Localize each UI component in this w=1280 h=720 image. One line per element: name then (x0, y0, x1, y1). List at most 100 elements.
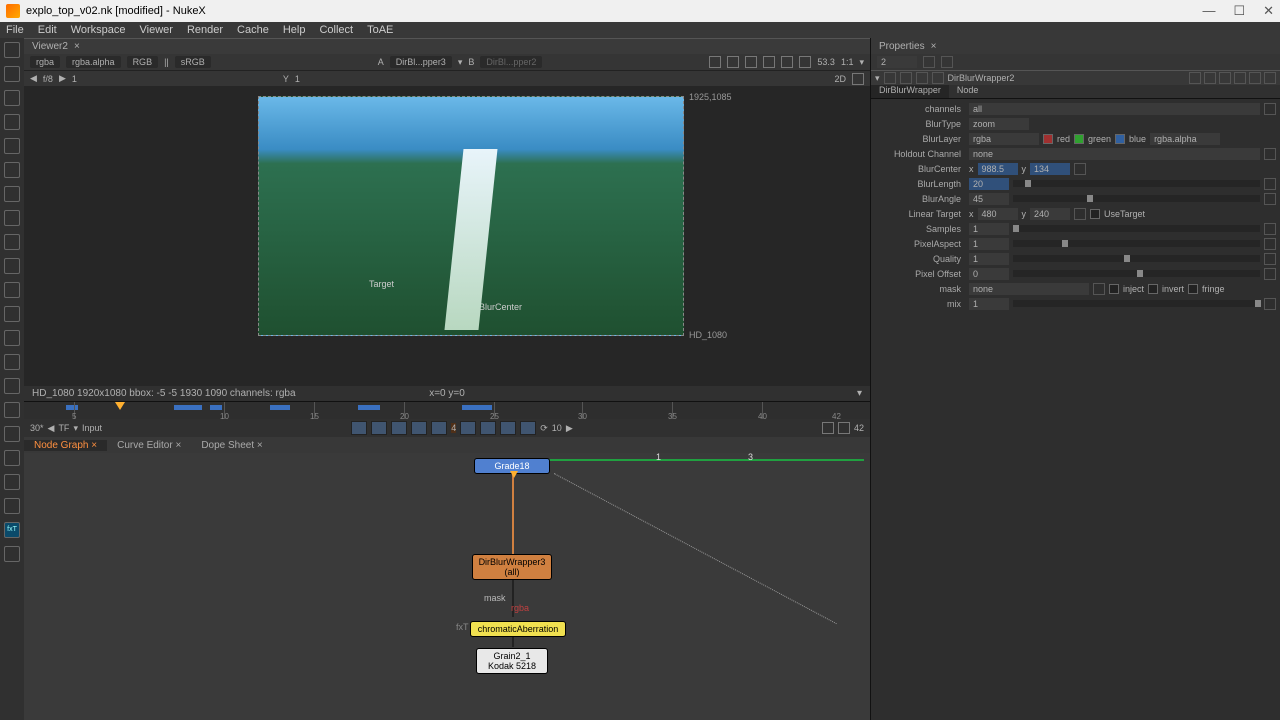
inject-checkbox[interactable] (1109, 284, 1119, 294)
frame-end[interactable]: 42 (854, 423, 864, 433)
node-dirblur[interactable]: DirBlurWrapper3(all) (472, 554, 552, 580)
blurlayer-select[interactable]: rgba (969, 133, 1039, 145)
pixelaspect-slider[interactable] (1013, 240, 1260, 247)
tool-plugin-2[interactable] (4, 546, 20, 562)
anim-icon[interactable] (1264, 193, 1276, 205)
current-frame[interactable]: 4 (451, 423, 456, 433)
play-back-icon[interactable] (391, 421, 407, 435)
lock-icon[interactable] (941, 56, 953, 68)
close-icon[interactable]: × (931, 41, 937, 52)
menu-collect[interactable]: Collect (319, 24, 353, 36)
input-a-node[interactable]: DirBl...pper3 (390, 56, 452, 68)
node-chromatic[interactable]: chromaticAberration (470, 621, 566, 637)
popout-icon[interactable] (1234, 72, 1246, 84)
anim-icon[interactable] (1074, 163, 1086, 175)
step-back-icon[interactable] (371, 421, 387, 435)
viewer-area[interactable]: Target BlurCenter 1925,1085 HD_1080 (24, 86, 870, 386)
viewer-tab[interactable]: Viewer2 (32, 41, 68, 52)
tool-metadata[interactable] (4, 354, 20, 370)
anim-icon[interactable] (1264, 253, 1276, 265)
play-fwd-icon[interactable] (480, 421, 496, 435)
frame-start[interactable]: 30* (30, 423, 44, 433)
help-icon[interactable] (1249, 72, 1261, 84)
channels-select[interactable]: all (969, 103, 1260, 115)
tool-merge[interactable] (4, 210, 20, 226)
node-ico-3[interactable] (916, 72, 928, 84)
tool-deep[interactable] (4, 306, 20, 322)
anim-icon[interactable] (1074, 208, 1086, 220)
tool-channel[interactable] (4, 114, 20, 130)
properties-tab[interactable]: Properties (879, 41, 925, 52)
node-ico-2[interactable] (900, 72, 912, 84)
center-y-input[interactable]: 134 (1030, 163, 1070, 175)
roi-icon[interactable] (709, 56, 721, 68)
chevron-down-icon[interactable]: ▾ (73, 423, 78, 434)
tool-keyer[interactable] (4, 186, 20, 202)
undo-icon[interactable] (1189, 72, 1201, 84)
zoom-ratio[interactable]: 1:1 (841, 57, 854, 67)
tool-fxt[interactable]: fxT (4, 522, 20, 538)
zoom-value[interactable]: 53.3 (817, 57, 835, 67)
green-checkbox[interactable] (1074, 134, 1084, 144)
usetarget-checkbox[interactable] (1090, 209, 1100, 219)
red-checkbox[interactable] (1043, 134, 1053, 144)
tf-select[interactable]: TF (58, 423, 69, 433)
tool-particles[interactable] (4, 282, 20, 298)
center-icon[interactable] (932, 72, 944, 84)
anim-icon[interactable] (1264, 148, 1276, 160)
linear-y-input[interactable]: 240 (1030, 208, 1070, 220)
triangle-down-icon[interactable]: ▾ (875, 73, 880, 84)
node-name[interactable]: DirBlurWrapper2 (948, 73, 1015, 83)
linear-x-input[interactable]: 480 (978, 208, 1018, 220)
quality-slider[interactable] (1013, 255, 1260, 262)
tool-filter[interactable] (4, 162, 20, 178)
minimize-icon[interactable]: — (1202, 3, 1215, 19)
fstop-value[interactable]: f/8 (43, 74, 53, 84)
link-icon[interactable] (838, 422, 850, 434)
node-connection[interactable] (512, 472, 514, 554)
angle-slider[interactable] (1013, 195, 1260, 202)
node-connection[interactable] (554, 473, 837, 624)
panel-count[interactable]: 2 (877, 56, 917, 68)
menu-edit[interactable]: Edit (38, 24, 57, 36)
pause-icon[interactable] (799, 56, 811, 68)
lut-select[interactable]: sRGB (175, 56, 211, 68)
angle-input[interactable]: 45 (969, 193, 1009, 205)
length-slider[interactable] (1013, 180, 1260, 187)
menu-file[interactable]: File (6, 24, 24, 36)
alpha-select[interactable]: rgba.alpha (1150, 133, 1220, 145)
alpha-select[interactable]: rgba.alpha (66, 56, 121, 68)
quality-input[interactable]: 1 (969, 253, 1009, 265)
fringe-checkbox[interactable] (1188, 284, 1198, 294)
clear-icon[interactable] (923, 56, 935, 68)
loop-count[interactable]: 10 (552, 423, 562, 433)
tool-views[interactable] (4, 330, 20, 346)
menu-help[interactable]: Help (283, 24, 306, 36)
menu-render[interactable]: Render (187, 24, 223, 36)
pixeloffset-input[interactable]: 0 (969, 268, 1009, 280)
mix-input[interactable]: 1 (969, 298, 1009, 310)
tool-other[interactable] (4, 402, 20, 418)
prop-tab-node[interactable]: Node (949, 85, 987, 98)
samples-slider[interactable] (1013, 225, 1260, 232)
redo-icon[interactable] (1204, 72, 1216, 84)
tool-transform[interactable] (4, 234, 20, 250)
mask-select[interactable]: none (969, 283, 1089, 295)
tab-node-graph[interactable]: Node Graph × (24, 440, 107, 451)
frame-back-icon[interactable] (411, 421, 427, 435)
tool-furnace[interactable] (4, 426, 20, 442)
tab-curve-editor[interactable]: Curve Editor × (107, 440, 191, 451)
chevron-left-icon[interactable]: ◀ (48, 423, 55, 434)
node-grain[interactable]: Grain2_1Kodak 5218 (476, 648, 548, 674)
frame-fwd-icon[interactable] (460, 421, 476, 435)
tool-plugin-1[interactable] (4, 498, 20, 514)
maximize-icon[interactable]: ☐ (1233, 3, 1245, 19)
lock-icon[interactable] (822, 422, 834, 434)
close-icon[interactable]: × (91, 440, 97, 451)
close-icon[interactable]: ✕ (1263, 3, 1274, 19)
back-icon[interactable]: ◀ (30, 73, 37, 84)
tool-toolsets[interactable] (4, 378, 20, 394)
tool-image[interactable] (4, 42, 20, 58)
anim-icon[interactable] (1264, 223, 1276, 235)
tool-cara[interactable] (4, 474, 20, 490)
